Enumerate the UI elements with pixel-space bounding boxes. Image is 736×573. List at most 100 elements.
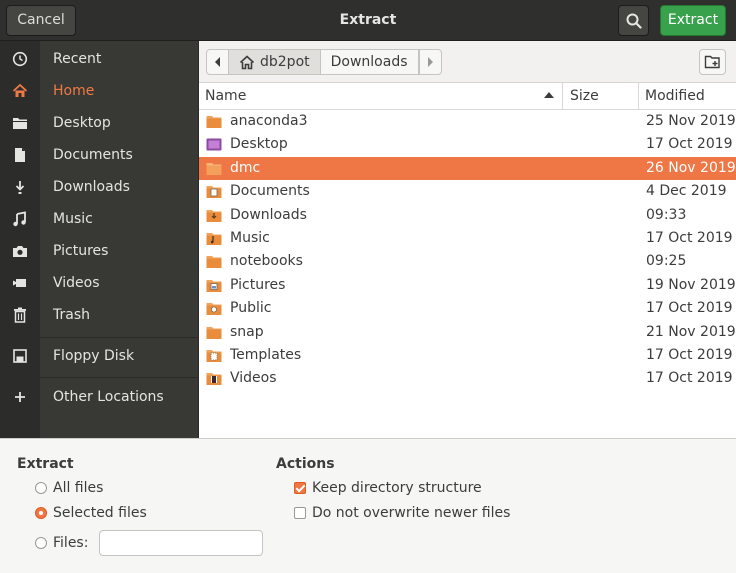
- sort-ascending-icon: [544, 92, 554, 98]
- file-name: dmc: [230, 160, 261, 176]
- folder-icon: [10, 115, 30, 131]
- path-segment-label: Downloads: [330, 54, 408, 70]
- radio-indicator: [35, 482, 47, 494]
- sidebar-item-label: Videos: [53, 275, 100, 291]
- selected-files-radio[interactable]: Selected files: [35, 505, 147, 521]
- home-icon: [10, 83, 30, 99]
- file-row-downloads[interactable]: Downloads 09:33: [199, 204, 736, 227]
- downloads-folder-icon: [206, 208, 222, 223]
- path-segment-label: db2pot: [260, 54, 310, 70]
- sidebar-item-music[interactable]: Music: [0, 203, 198, 235]
- sidebar-item-label: Pictures: [53, 243, 109, 259]
- sidebar-item-label: Other Locations: [53, 389, 164, 405]
- files-pattern-radio[interactable]: Files:: [35, 535, 88, 551]
- sidebar-item-label: Floppy Disk: [53, 348, 135, 364]
- column-header-name[interactable]: Name: [205, 83, 246, 110]
- do-not-overwrite-label: Do not overwrite newer files: [312, 505, 511, 521]
- radio-indicator: [35, 537, 47, 549]
- file-row-notebooks[interactable]: notebooks 09:25: [199, 250, 736, 273]
- sidebar-item-home[interactable]: Home: [0, 75, 198, 107]
- files-pattern-input[interactable]: [99, 530, 263, 556]
- videos-folder-icon: [206, 371, 222, 386]
- desktop-folder-icon: [206, 137, 222, 152]
- checkbox-indicator: [294, 482, 306, 494]
- column-header-modified[interactable]: Modified: [645, 83, 705, 110]
- keep-directory-structure-checkbox[interactable]: Keep directory structure: [294, 480, 482, 496]
- cancel-button[interactable]: Cancel: [6, 5, 76, 36]
- file-row-dmc[interactable]: dmc 26 Nov 2019: [199, 157, 736, 180]
- file-row-desktop[interactable]: Desktop 17 Oct 2019: [199, 133, 736, 156]
- file-modified: 17 Oct 2019: [646, 300, 733, 316]
- floppy-disk-icon: [10, 348, 30, 364]
- path-scroll-left-button[interactable]: [207, 50, 229, 74]
- path-segment-downloads[interactable]: Downloads: [321, 50, 419, 74]
- file-modified: 4 Dec 2019: [646, 183, 727, 199]
- sidebar-item-videos[interactable]: Videos: [0, 267, 198, 299]
- all-files-radio[interactable]: All files: [35, 480, 103, 496]
- sidebar-item-label: Documents: [53, 147, 133, 163]
- sidebar-item-trash[interactable]: Trash: [0, 299, 198, 331]
- sidebar-separator: [40, 377, 198, 378]
- extract-heading: Extract: [17, 456, 74, 472]
- keep-directory-structure-label: Keep directory structure: [312, 480, 482, 496]
- folder-icon: [206, 161, 222, 176]
- sidebar-item-label: Music: [53, 211, 93, 227]
- file-list: Name Size Modified anaconda3 25 Nov 2019 D…: [199, 83, 736, 438]
- download-icon: [10, 179, 30, 195]
- column-header-size[interactable]: Size: [570, 83, 599, 110]
- file-modified: 21 Nov 2019: [646, 324, 736, 340]
- new-folder-icon: [704, 55, 720, 69]
- sidebar-item-desktop[interactable]: Desktop: [0, 107, 198, 139]
- file-modified: 19 Nov 2019: [646, 277, 736, 293]
- plus-icon: [10, 389, 30, 405]
- sidebar-item-floppy-disk[interactable]: Floppy Disk: [0, 340, 198, 372]
- sidebar-item-label: Trash: [53, 307, 90, 323]
- file-modified: 17 Oct 2019: [646, 370, 733, 386]
- video-icon: [10, 275, 30, 291]
- new-folder-button[interactable]: [699, 49, 726, 75]
- sidebar-item-pictures[interactable]: Pictures: [0, 235, 198, 267]
- checkbox-indicator: [294, 507, 306, 519]
- file-modified: 17 Oct 2019: [646, 230, 733, 246]
- file-name: Public: [230, 300, 272, 316]
- clock-icon: [10, 51, 30, 67]
- sidebar-item-documents[interactable]: Documents: [0, 139, 198, 171]
- file-row-snap[interactable]: snap 21 Nov 2019: [199, 321, 736, 344]
- path-segment-home[interactable]: db2pot: [229, 50, 321, 74]
- file-modified: 26 Nov 2019: [646, 160, 736, 176]
- file-modified: 17 Oct 2019: [646, 136, 733, 152]
- sidebar-item-recent[interactable]: Recent: [0, 43, 198, 75]
- file-name: Music: [230, 230, 270, 246]
- files-label: Files:: [53, 535, 89, 551]
- search-button[interactable]: [618, 5, 649, 36]
- sidebar-item-downloads[interactable]: Downloads: [0, 171, 198, 203]
- path-bar: db2pot Downloads: [206, 49, 442, 75]
- file-row-music[interactable]: Music 17 Oct 2019: [199, 227, 736, 250]
- extract-button[interactable]: Extract: [660, 5, 726, 36]
- file-row-documents[interactable]: Documents 4 Dec 2019: [199, 180, 736, 203]
- radio-indicator: [35, 507, 47, 519]
- file-row-anaconda3[interactable]: anaconda3 25 Nov 2019: [199, 110, 736, 133]
- sidebar-item-other-locations[interactable]: Other Locations: [0, 381, 198, 413]
- column-divider: [562, 83, 563, 110]
- file-row-public[interactable]: Public 17 Oct 2019: [199, 297, 736, 320]
- do-not-overwrite-checkbox[interactable]: Do not overwrite newer files: [294, 505, 510, 521]
- sidebar-item-label: Desktop: [53, 115, 111, 131]
- file-modified: 09:25: [646, 253, 687, 269]
- header-bar: Cancel Extract Extract: [0, 0, 736, 41]
- templates-folder-icon: [206, 348, 222, 363]
- path-bar-area: db2pot Downloads: [199, 41, 736, 83]
- path-scroll-right-button[interactable]: [418, 50, 441, 74]
- file-row-pictures[interactable]: Pictures 19 Nov 2019: [199, 274, 736, 297]
- file-row-templates[interactable]: Templates 17 Oct 2019: [199, 344, 736, 367]
- file-name: Templates: [230, 347, 302, 363]
- file-row-videos[interactable]: Videos 17 Oct 2019: [199, 367, 736, 390]
- folder-icon: [206, 114, 222, 129]
- sidebar-item-label: Home: [53, 83, 95, 99]
- documents-folder-icon: [206, 184, 222, 199]
- sidebar-separator: [40, 337, 198, 338]
- file-modified: 09:33: [646, 207, 687, 223]
- file-name: notebooks: [230, 253, 303, 269]
- document-icon: [10, 147, 30, 163]
- home-icon: [239, 54, 255, 69]
